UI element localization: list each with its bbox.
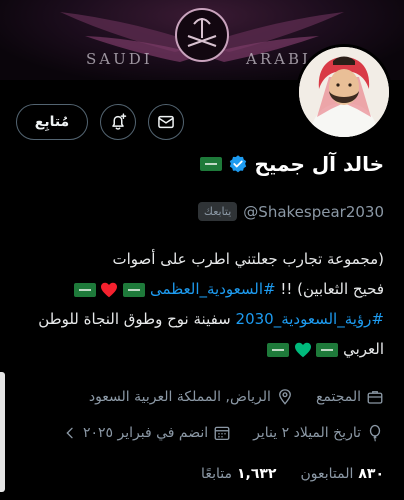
profile-meta-row: المجتمع الرياض, المملكة العربية السعود	[14, 388, 384, 406]
profile-join-date: انضم في فبراير ٢٠٢٥	[82, 425, 209, 441]
banner-text-saudi: SAUDI	[86, 50, 153, 68]
followers-label[interactable]: المتابعون	[300, 466, 353, 482]
briefcase-icon	[367, 391, 383, 404]
verified-badge-icon[interactable]	[228, 154, 248, 174]
following-button-label: مُتابِع	[34, 114, 70, 130]
saudi-flag-icon	[73, 282, 96, 297]
banner-text-arabia: ARABI	[246, 50, 311, 68]
following-button[interactable]: مُتابِع	[16, 104, 88, 140]
notifications-button[interactable]	[100, 104, 136, 140]
avatar[interactable]	[296, 44, 392, 140]
profile-location: الرياض, المملكة العربية السعود	[88, 389, 271, 405]
profile-category: المجتمع	[315, 389, 361, 405]
saudi-flag-icon	[316, 342, 339, 357]
scrollbar[interactable]	[0, 372, 5, 492]
profile-bio: (مجموعة تجارب جعلتني اطرب على أصوات فحيح…	[14, 244, 384, 364]
bio-line-2: فحيح الثعابين) !! #السعودية_العظمى	[14, 274, 384, 304]
user-handle: @Shakespear2030	[243, 202, 384, 221]
saudi-flag-icon	[200, 157, 223, 171]
profile-birth-date: تاريخ الميلاد ٢ يناير	[253, 425, 361, 441]
profile-stats: ٨٣٠ المتابعون ١,٦٣٢ متابعًا	[201, 466, 384, 482]
follows-you-badge: يتابعك	[197, 202, 238, 221]
bio-text: العربي	[343, 340, 384, 358]
name-row: خالد آل جميح	[200, 152, 384, 176]
hashtag-link[interactable]: #السعودية_العظمى	[150, 280, 276, 298]
followers-count[interactable]: ٨٣٠	[358, 466, 384, 482]
following-label[interactable]: متابعًا	[201, 466, 232, 482]
following-count[interactable]: ١,٦٣٢	[237, 466, 277, 482]
bio-text: فحيح الثعابين) !!	[275, 280, 384, 298]
calendar-icon	[214, 426, 230, 441]
saudi-flag-icon	[266, 342, 289, 357]
handle-row: يتابعك @Shakespear2030	[197, 202, 384, 221]
envelope-icon	[158, 115, 174, 129]
display-name: خالد آل جميح	[254, 152, 384, 176]
bio-line-3: #رؤية_السعودية_2030 سفينة نوح وطوق النجا…	[14, 304, 384, 334]
chevron-left-icon[interactable]	[62, 425, 78, 441]
message-button[interactable]	[148, 104, 184, 140]
hashtag-link[interactable]: #رؤية_السعودية_2030	[236, 310, 384, 328]
saudi-flag-icon	[123, 282, 146, 297]
bio-line-1: (مجموعة تجارب جعلتني اطرب على أصوات	[112, 250, 384, 268]
green-heart-icon	[294, 342, 311, 357]
red-heart-icon	[101, 282, 118, 297]
profile-meta-row: تاريخ الميلاد ٢ يناير انضم في فبراير ٢٠٢…	[14, 424, 384, 442]
bell-add-icon	[112, 113, 127, 130]
bio-line-4: العربي	[14, 334, 384, 364]
location-pin-icon	[279, 389, 291, 405]
bio-text: سفينة نوح وطوق النجاة للوطن	[38, 310, 236, 328]
balloon-icon	[369, 424, 381, 442]
